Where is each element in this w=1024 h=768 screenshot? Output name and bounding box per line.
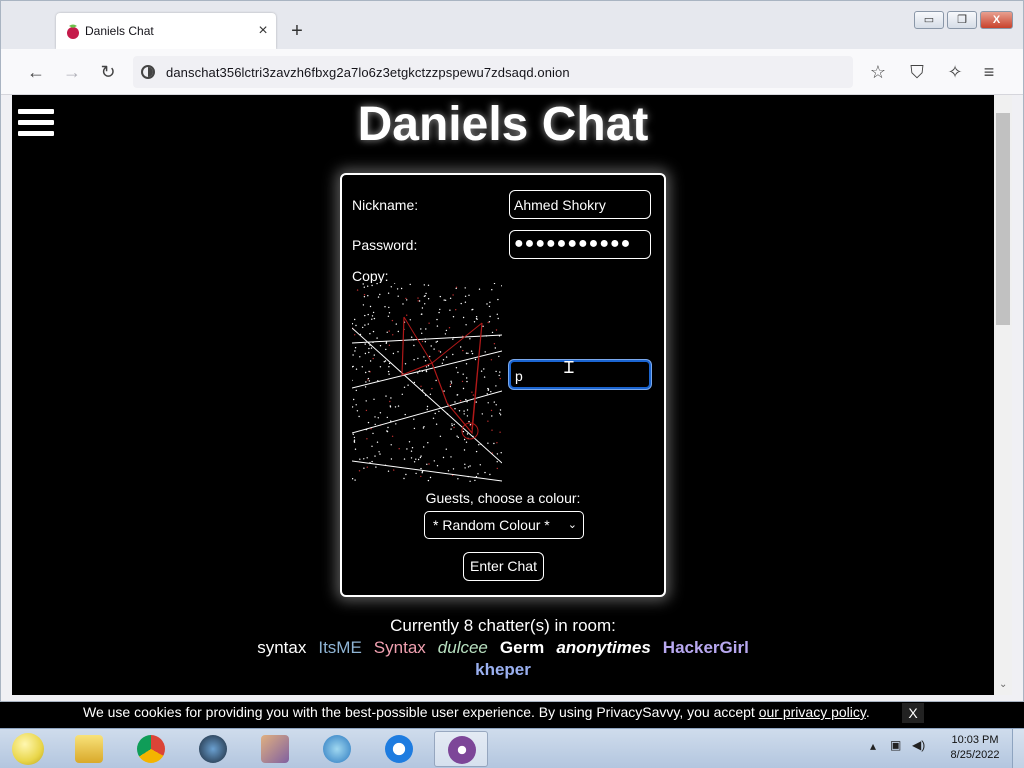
tab-daniels-chat[interactable]: Daniels Chat × [56,13,276,49]
address-bar[interactable]: danschat356lctri3zavzh6fbxg2a7lo6z3etgkc… [133,56,853,88]
clock-time: 10:03 PM [951,734,999,746]
colour-select-value: * Random Colour * [433,517,550,533]
taskbar-clock[interactable]: 10:03 PM 8/25/2022 [943,733,1007,763]
chatter-name: syntax [257,638,307,657]
password-label: Password: [352,237,418,253]
scrollbar-thumb[interactable] [996,113,1010,325]
hamburger-menu-icon[interactable]: ≡ [978,61,1000,83]
chatter-name: HackerGirl [662,638,749,657]
reload-icon[interactable]: ↻ [97,61,119,83]
windows-taskbar: ▴ ▣ ◀) 10:03 PM 8/25/2022 [0,728,1024,768]
page-scrollbar[interactable]: ⌄ [994,95,1012,695]
url-text[interactable]: danschat356lctri3zavzh6fbxg2a7lo6z3etgkc… [166,65,570,80]
start-orb-icon [12,733,44,765]
chatters-list-continued: kheper [12,660,994,680]
tab-close-icon[interactable]: × [253,21,273,41]
start-button[interactable] [8,731,48,767]
cookie-close-button[interactable]: X [902,703,924,723]
tray-expand-icon[interactable]: ▴ [870,739,876,753]
forward-arrow-icon[interactable]: → [61,61,83,83]
tab-title: Daniels Chat [85,24,154,38]
clock-date: 8/25/2022 [950,749,1000,761]
login-form: Nickname: Ahmed Shokry Password: ●●●●●●●… [340,173,666,597]
password-input[interactable]: ●●●●●●●●●●● [509,230,651,259]
text-cursor-icon: Ꮖ [564,360,575,377]
back-arrow-icon[interactable]: ← [25,61,47,83]
secure-browser-icon [385,735,413,763]
globe-calendar-icon [323,735,351,763]
taskbar-steam[interactable] [186,731,240,767]
page-title: Daniels Chat [357,98,649,151]
scroll-down-arrow-icon[interactable]: ⌄ [999,679,1007,690]
maximize-button[interactable]: ❐ [947,11,977,29]
system-tray: ▴ ▣ ◀) [866,735,938,763]
show-desktop-button[interactable] [1012,729,1024,768]
page-viewport: Daniels Chat Nickname: Ahmed Shokry Pass… [12,95,994,695]
desktop-screen: Daniels Chat × + ▭ ❐ X ← → ↻ danschat356… [0,0,1024,768]
chatters-heading: Currently 8 chatter(s) in room: [390,616,616,635]
captcha-image [352,283,502,483]
chatter-name: ItsME [318,638,362,657]
chatter-name: kheper [475,660,531,679]
new-identity-broom-icon[interactable]: ✧ [944,61,966,83]
navigation-toolbar: ← → ↻ danschat356lctri3zavzh6fbxg2a7lo6z… [1,49,1023,95]
chatters-list: syntax ItsME Syntax dulcee Germ anonytimes Hac… [12,638,994,658]
volume-icon[interactable]: ◀) [912,738,925,752]
cookie-message: We use cookies for providing you with th… [83,704,870,720]
nickname-input[interactable]: Ahmed Shokry [509,190,651,219]
enter-chat-button[interactable]: Enter Chat [463,552,544,581]
taskbar-chrome[interactable] [124,731,178,767]
chevron-down-icon: ⌄ [567,519,577,531]
chrome-icon [137,735,165,763]
network-icon[interactable]: ▣ [890,738,901,752]
close-window-button[interactable]: X [980,11,1013,29]
folder-icon [75,735,103,763]
new-tab-button[interactable]: + [285,21,309,45]
bookmark-star-icon[interactable]: ☆ [867,61,889,83]
chatter-name: Syntax [373,638,426,657]
colour-label: Guests, choose a colour: [425,490,581,506]
privacy-policy-link[interactable]: our privacy policy [759,704,866,720]
chatter-name: Germ [499,638,545,657]
taskbar-tor-browser[interactable] [434,731,488,767]
steam-icon [199,735,227,763]
taskbar-avast[interactable] [372,731,426,767]
chatter-name: dulcee [437,638,488,657]
chatter-name: anonytimes [556,638,651,657]
taskbar-image-viewer[interactable] [248,731,302,767]
image-viewer-icon [261,735,289,763]
tab-strip: Daniels Chat × + ▭ ❐ X [1,1,1023,49]
security-shield-icon[interactable]: ⛉ [906,61,928,83]
cookie-banner: We use cookies for providing you with th… [0,702,1024,728]
minimize-button[interactable]: ▭ [914,11,944,29]
colour-select[interactable]: * Random Colour * ⌄ [424,511,584,539]
nickname-label: Nickname: [352,197,419,213]
captcha-input[interactable]: p [509,360,651,389]
tor-onion-icon [448,736,476,764]
captcha-label: Copy: [352,268,389,284]
onion-site-icon [141,65,155,79]
raspberry-icon [67,24,79,39]
taskbar-ie-calendar[interactable] [310,731,364,767]
taskbar-explorer[interactable] [62,731,116,767]
